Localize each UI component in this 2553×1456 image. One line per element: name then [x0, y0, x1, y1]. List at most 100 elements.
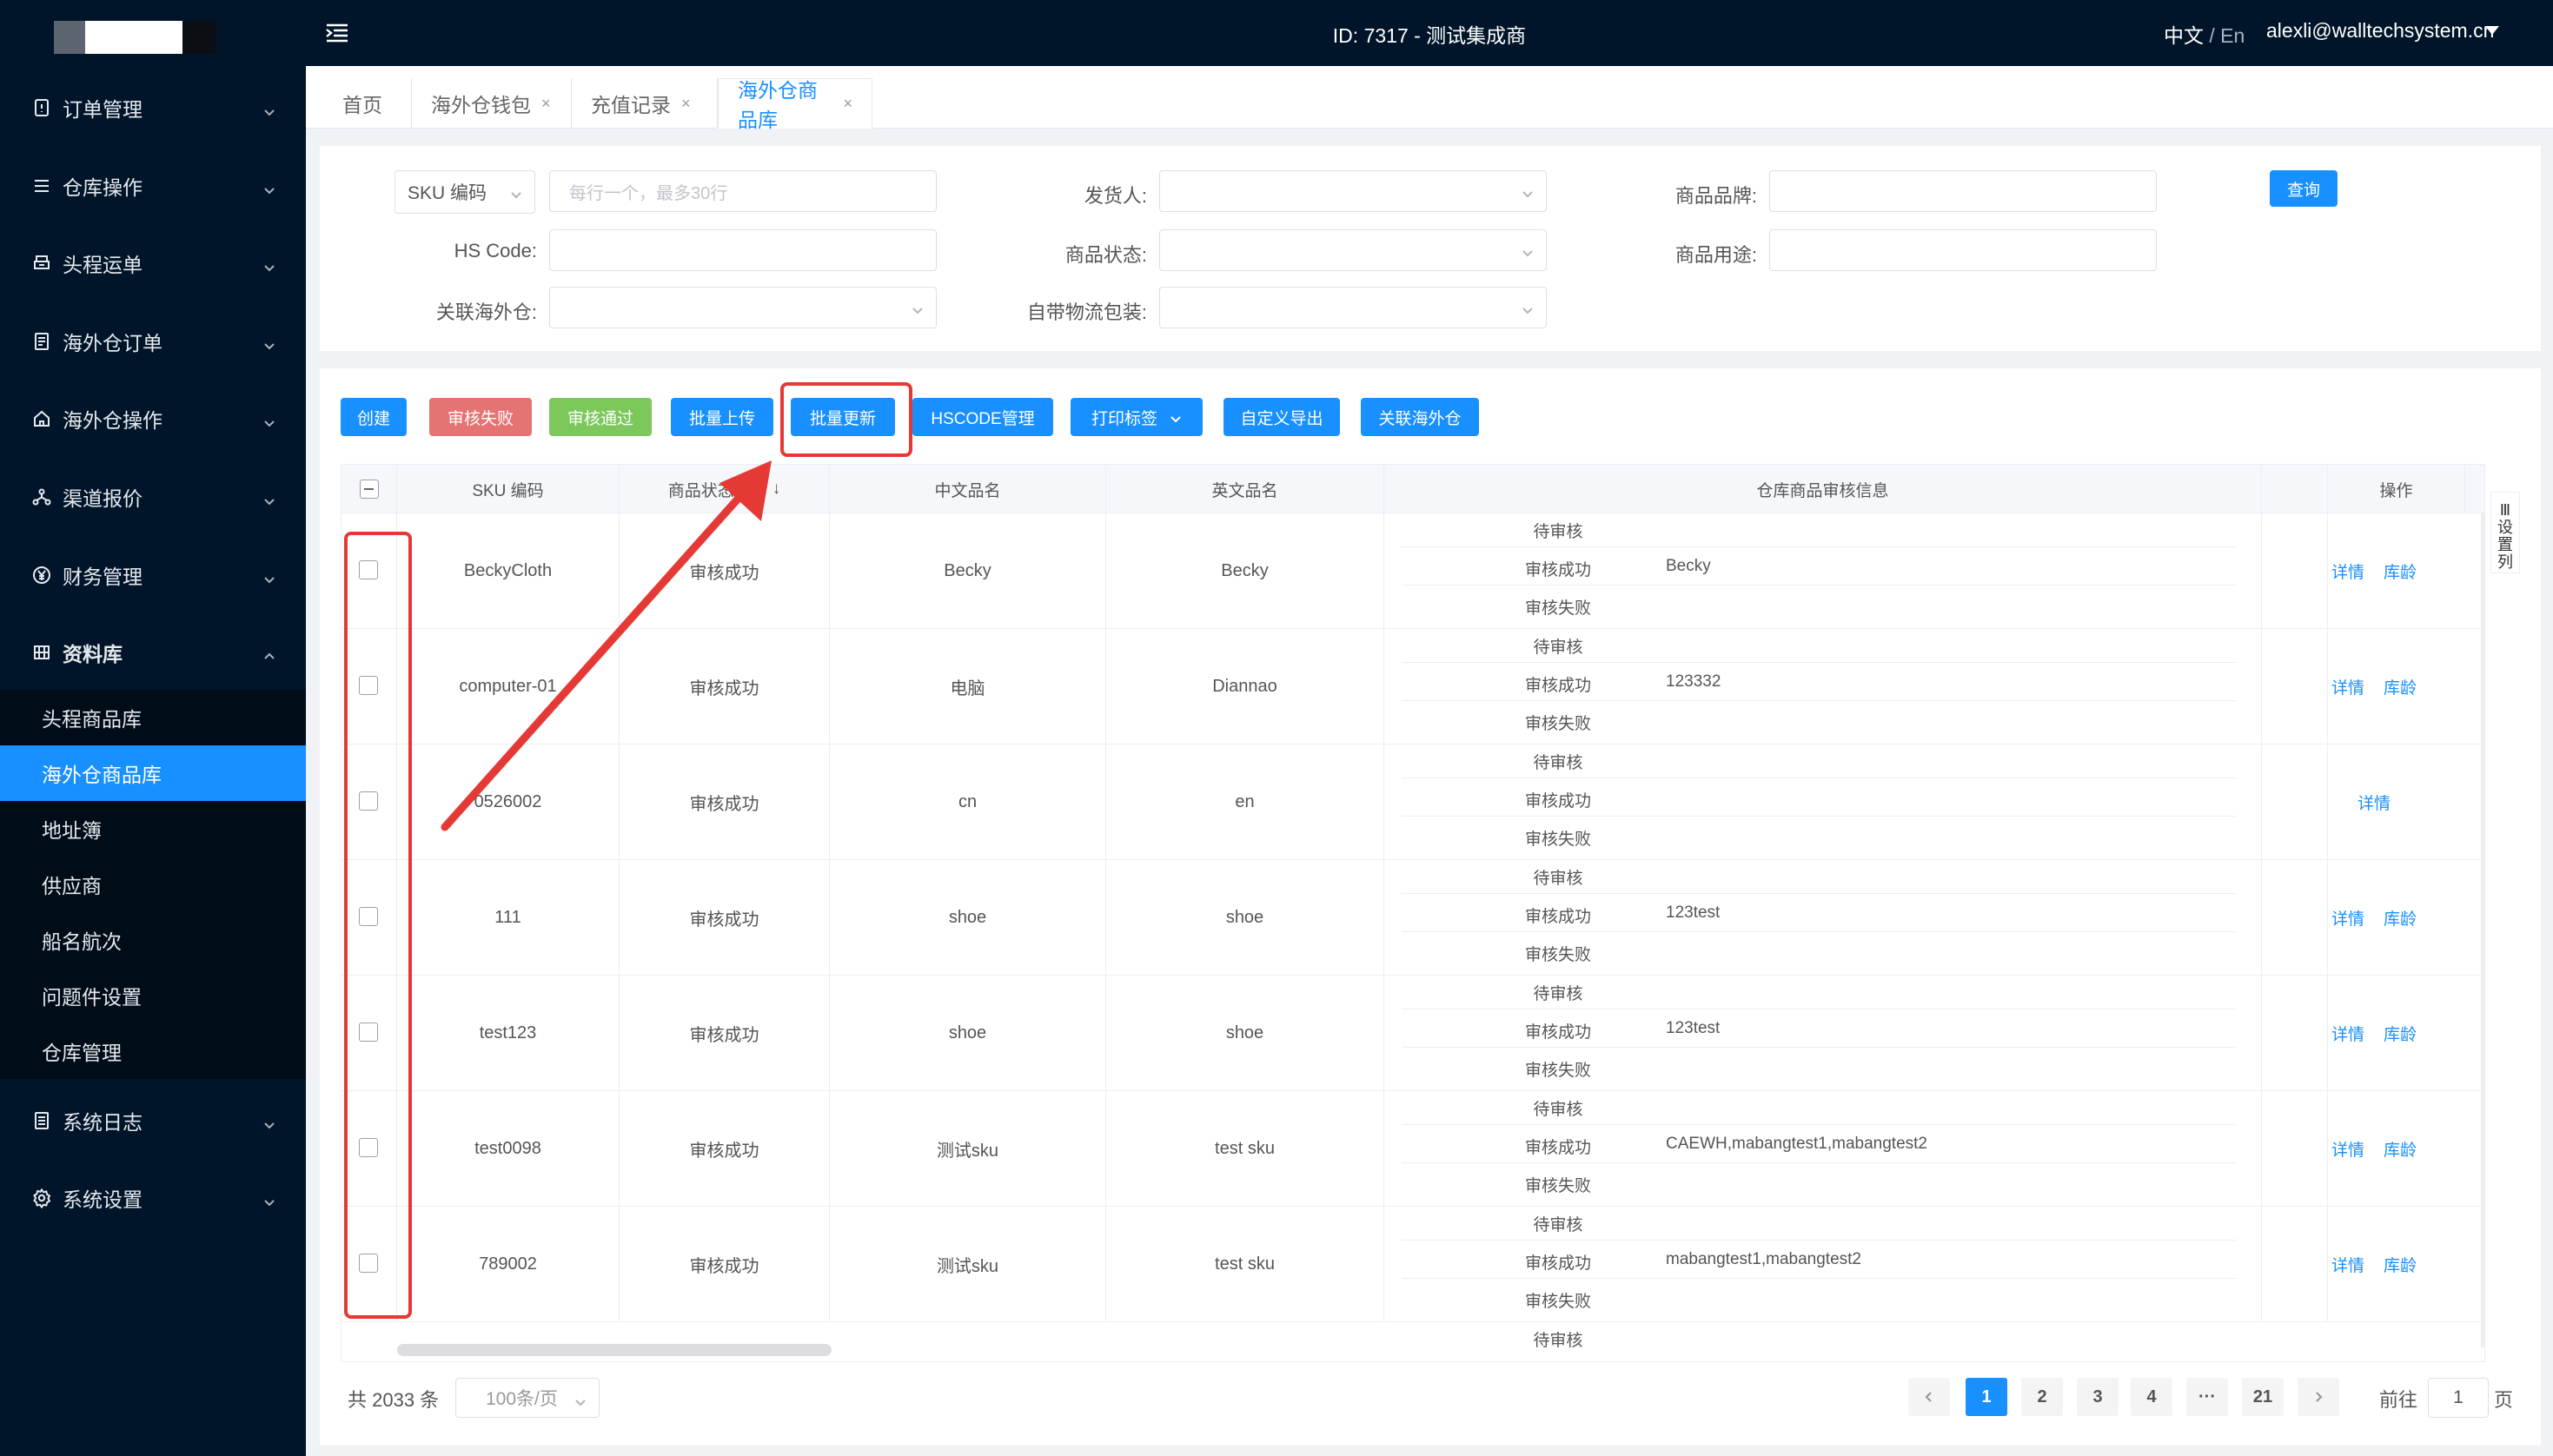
stock-age-link[interactable]: 库龄: [2384, 906, 2417, 930]
filter-label-shipper: 发货人:: [999, 181, 1147, 208]
sidebar-menu-waybill[interactable]: 头程运单: [0, 237, 306, 289]
language-switch[interactable]: 中文 / En: [2164, 19, 2245, 49]
tab-item[interactable]: 海外仓商品库 ×: [718, 78, 872, 131]
sidebar-menu-document[interactable]: 海外仓订单: [0, 315, 306, 367]
sidebar-menu-log[interactable]: 系统日志: [0, 1095, 306, 1147]
sort-icon[interactable]: ↓: [773, 480, 781, 499]
sidebar-menu-order[interactable]: 订单管理: [0, 82, 306, 134]
table-row: computer-01 审核成功 电脑 Diannao 待审核 审核成功 审核失败 12333…: [342, 629, 2484, 745]
button-label: 审核失败: [447, 409, 514, 428]
sidebar-subitem[interactable]: 供应商: [0, 857, 306, 912]
column-header: [342, 465, 397, 513]
filter-packaging-select[interactable]: [1159, 287, 1547, 328]
close-icon[interactable]: ×: [541, 95, 551, 113]
sidebar-subitem[interactable]: 问题件设置: [0, 968, 306, 1023]
batch-upload-button[interactable]: 批量上传: [671, 398, 773, 436]
close-icon[interactable]: ×: [681, 95, 691, 113]
sidebar-subitem[interactable]: 船名航次: [0, 912, 306, 968]
sidebar-menu-grid[interactable]: 资料库: [0, 626, 306, 678]
yen-icon: [30, 563, 54, 587]
user-account[interactable]: alexli@walltechsystem.cn: [2266, 19, 2494, 43]
cell-value: shoe: [1225, 1023, 1264, 1042]
next-page-button[interactable]: [2298, 1378, 2339, 1416]
sidebar-menu-warehouse[interactable]: 仓库操作: [0, 160, 306, 212]
print-button[interactable]: 打印标签: [1071, 398, 1203, 436]
goto-page-input[interactable]: 1: [2428, 1378, 2489, 1418]
column-header-review[interactable]: 仓库商品审核信息: [1384, 465, 2262, 513]
page-button[interactable]: 1: [1966, 1378, 2007, 1416]
sidebar-submenu: 头程商品库 海外仓商品库 地址簿 供应商 船名航次 问题件设置 仓库管理: [0, 690, 306, 1079]
column-header-sku[interactable]: SKU 编码: [397, 465, 620, 513]
page-button[interactable]: 3: [2077, 1378, 2119, 1416]
annotation-highlight-checkboxes: [344, 532, 412, 1319]
lang-en[interactable]: En: [2220, 24, 2245, 47]
sidebar-menu-house[interactable]: 海外仓操作: [0, 393, 306, 445]
query-button[interactable]: 查询: [2270, 170, 2337, 207]
cell-value: test sku: [1215, 1254, 1275, 1274]
filter-brand-input[interactable]: [1769, 170, 2157, 212]
column-settings-button[interactable]: Ⅲ设置列: [2490, 492, 2520, 573]
hscode-button[interactable]: HSCODE管理: [912, 398, 1053, 436]
tab-item[interactable]: 海外仓钱包 ×: [412, 78, 572, 129]
chevron-down-icon: [262, 1114, 276, 1129]
page-button[interactable]: 2: [2021, 1378, 2063, 1416]
filter-status-select[interactable]: [1159, 229, 1547, 271]
sidebar-subitem[interactable]: 地址簿: [0, 801, 306, 857]
more-pages-button[interactable]: ···: [2186, 1378, 2228, 1416]
sku-code-input[interactable]: 每行一个，最多30行: [549, 170, 937, 212]
review-status-label: 审核成功: [1524, 677, 1591, 695]
prev-page-button[interactable]: [1908, 1378, 1950, 1416]
sidebar-menu-gear[interactable]: 系统设置: [0, 1172, 306, 1224]
sidebar-subitem[interactable]: 海外仓商品库: [0, 745, 306, 801]
detail-link[interactable]: 详情: [2331, 1022, 2364, 1045]
stock-age-link[interactable]: 库龄: [2384, 1253, 2417, 1276]
stock-age-link[interactable]: 库龄: [2384, 1137, 2417, 1161]
review-divider: [1402, 700, 2236, 701]
close-icon[interactable]: ×: [843, 95, 852, 113]
horizontal-scrollbar[interactable]: [397, 1344, 832, 1356]
column-header-cn-name[interactable]: 中文品名: [830, 465, 1106, 513]
sidebar-subitem[interactable]: 仓库管理: [0, 1023, 306, 1079]
sku-type-select[interactable]: SKU 编码: [395, 170, 535, 214]
create-button[interactable]: 创建: [341, 398, 407, 436]
page-size-select[interactable]: 100条/页: [455, 1378, 600, 1418]
detail-link[interactable]: 详情: [2357, 791, 2391, 814]
fail-button[interactable]: 审核失败: [429, 398, 532, 436]
filter-hs-code-input[interactable]: [549, 229, 937, 271]
log-icon: [30, 1109, 54, 1133]
tab-item[interactable]: 充值记录 ×: [572, 78, 718, 129]
column-header-label: 中文品名: [934, 481, 1001, 500]
columns-icon: Ⅲ: [2499, 501, 2511, 519]
filter-usage-input[interactable]: [1769, 229, 2157, 271]
cell-en: shoe: [1106, 860, 1384, 976]
pass-button[interactable]: 审核通过: [549, 398, 652, 436]
lang-zh[interactable]: 中文: [2164, 24, 2204, 47]
page-button[interactable]: 21: [2242, 1378, 2284, 1416]
review-status-label: 审核失败: [1524, 831, 1591, 849]
page-button[interactable]: 4: [2131, 1378, 2172, 1416]
stock-age-link[interactable]: 库龄: [2384, 559, 2417, 583]
export-button[interactable]: 自定义导出: [1223, 398, 1340, 436]
sidebar-subitem[interactable]: 头程商品库: [0, 690, 306, 745]
detail-link[interactable]: 详情: [2331, 675, 2364, 698]
stock-age-link[interactable]: 库龄: [2384, 675, 2417, 698]
column-header-ops[interactable]: 操作: [2328, 465, 2465, 513]
sidebar-menu-share[interactable]: 渠道报价: [0, 471, 306, 523]
column-header-en-name[interactable]: 英文品名: [1106, 465, 1384, 513]
detail-link[interactable]: 详情: [2331, 1137, 2364, 1161]
user-caret-icon[interactable]: [2485, 26, 2499, 35]
tab-bar: 首页 海外仓钱包 × 充值记录 × 海外仓商品库 ×: [306, 66, 2553, 131]
select-all-checkbox[interactable]: [360, 480, 379, 499]
sidebar-menu-yen[interactable]: 财务管理: [0, 549, 306, 601]
link-button[interactable]: 关联海外仓: [1361, 398, 1479, 436]
column-header-status[interactable]: 商品状态 ↓: [620, 465, 830, 513]
tab-item[interactable]: 首页: [323, 78, 412, 129]
detail-link[interactable]: 详情: [2331, 1253, 2364, 1276]
filter-warehouse-select[interactable]: [549, 287, 937, 328]
vertical-scrollbar[interactable]: [2481, 513, 2484, 1347]
stock-age-link[interactable]: 库龄: [2384, 1022, 2417, 1045]
batch-update-button[interactable]: 批量更新: [791, 398, 895, 436]
detail-link[interactable]: 详情: [2331, 906, 2364, 930]
detail-link[interactable]: 详情: [2331, 559, 2364, 583]
filter-shipper-select[interactable]: [1159, 170, 1547, 212]
